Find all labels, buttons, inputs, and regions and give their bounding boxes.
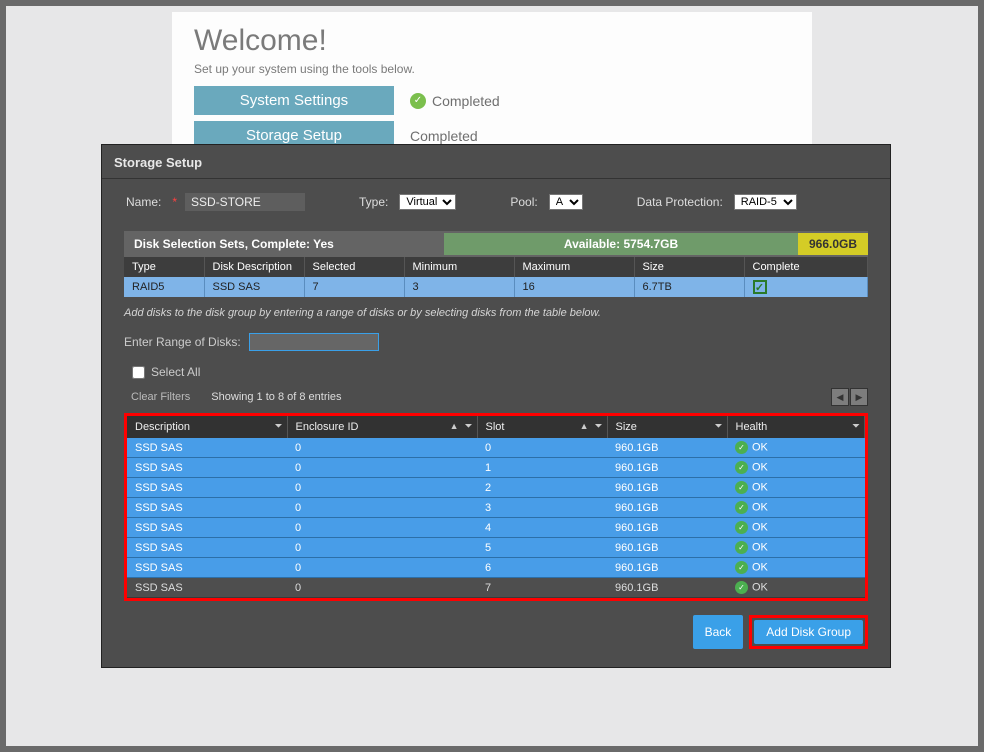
col-slot[interactable]: Slot▲⏷ [477,416,607,438]
storage-form-row: Name:* Type: Virtual Pool: A Data Protec… [102,179,890,217]
filter-icon[interactable]: ⏷ [715,421,723,432]
health-ok-icon: ✓ [735,561,748,574]
col-description[interactable]: Description⏷ [127,416,287,438]
disk-row[interactable]: SSD SAS03960.1GB✓OK [127,498,865,518]
health-ok-icon: ✓ [735,501,748,514]
health-ok-icon: ✓ [735,481,748,494]
pool-label: Pool: [510,195,537,209]
disk-selection-heading: Disk Selection Sets, Complete: Yes [124,231,444,257]
welcome-title: Welcome! [194,24,790,58]
col-complete: Complete [744,257,868,277]
sort-asc-icon: ▲ [450,421,459,431]
page-prev-button[interactable]: ◀ [831,388,849,406]
dp-label: Data Protection: [637,195,723,209]
disk-table-highlight: Description⏷ Enclosure ID▲⏷ Slot▲⏷ Size⏷… [124,413,868,601]
disk-row[interactable]: SSD SAS04960.1GB✓OK [127,518,865,538]
col-disk-size[interactable]: Size⏷ [607,416,727,438]
back-button[interactable]: Back [693,615,744,649]
selection-summary-table: Type Disk Description Selected Minimum M… [124,257,868,297]
type-select[interactable]: Virtual [399,194,456,210]
instruction-text: Add disks to the disk group by entering … [124,307,868,319]
welcome-subtitle: Set up your system using the tools below… [194,62,790,76]
name-input[interactable] [185,193,305,211]
health-ok-icon: ✓ [735,461,748,474]
page-next-button[interactable]: ▶ [850,388,868,406]
health-ok-icon: ✓ [735,541,748,554]
storage-setup-status: Completed [410,128,478,144]
health-ok-icon: ✓ [735,441,748,454]
disk-row[interactable]: SSD SAS07960.1GB✓OK [127,578,865,598]
filter-icon[interactable]: ⏷ [465,421,473,432]
showing-text: Showing 1 to 8 of 8 entries [211,391,341,403]
system-settings-button[interactable]: System Settings [194,86,394,115]
complete-check-icon: ✓ [753,280,767,294]
disk-row[interactable]: SSD SAS06960.1GB✓OK [127,558,865,578]
health-ok-icon: ✓ [735,521,748,534]
add-button-highlight: Add Disk Group [749,615,868,649]
selection-summary-row[interactable]: RAID5 SSD SAS 7 3 16 6.7TB ✓ [124,277,868,297]
select-all-checkbox[interactable] [132,366,145,379]
disk-row[interactable]: SSD SAS00960.1GB✓OK [127,438,865,458]
select-all-label: Select All [151,365,200,379]
col-max: Maximum [514,257,634,277]
storage-setup-modal: Storage Setup Name:* Type: Virtual Pool:… [101,144,891,668]
name-label: Name: [126,195,161,209]
clear-filters-button[interactable]: Clear Filters [124,387,197,407]
col-health[interactable]: Health⏷ [727,416,865,438]
disk-row[interactable]: SSD SAS05960.1GB✓OK [127,538,865,558]
filter-icon[interactable]: ⏷ [275,421,283,432]
data-protection-select[interactable]: RAID-5 [734,194,797,210]
col-enclosure[interactable]: Enclosure ID▲⏷ [287,416,477,438]
disk-row[interactable]: SSD SAS01960.1GB✓OK [127,458,865,478]
capacity-used: 966.0GB [798,233,868,255]
col-min: Minimum [404,257,514,277]
col-type: Type [124,257,204,277]
capacity-bar: Available: 5754.7GB 966.0GB [444,233,868,255]
filter-icon[interactable]: ⏷ [595,421,603,432]
filter-icon[interactable]: ⏷ [852,421,860,432]
enter-range-label: Enter Range of Disks: [124,335,241,349]
pager: ◀ ▶ [831,388,868,406]
pool-select[interactable]: A [549,194,583,210]
col-size: Size [634,257,744,277]
capacity-available: Available: 5754.7GB [444,233,798,255]
sort-asc-icon: ▲ [580,421,589,431]
type-label: Type: [359,195,388,209]
check-icon: ✓ [410,93,426,109]
health-ok-icon: ✓ [735,581,748,594]
disk-table: Description⏷ Enclosure ID▲⏷ Slot▲⏷ Size⏷… [127,416,865,598]
col-desc: Disk Description [204,257,304,277]
system-settings-status: Completed [432,93,500,109]
col-selected: Selected [304,257,404,277]
modal-title: Storage Setup [102,145,890,179]
welcome-panel: Welcome! Set up your system using the to… [172,12,812,164]
add-disk-group-button[interactable]: Add Disk Group [754,620,863,644]
enter-range-input[interactable] [249,333,379,351]
disk-row[interactable]: SSD SAS02960.1GB✓OK [127,478,865,498]
